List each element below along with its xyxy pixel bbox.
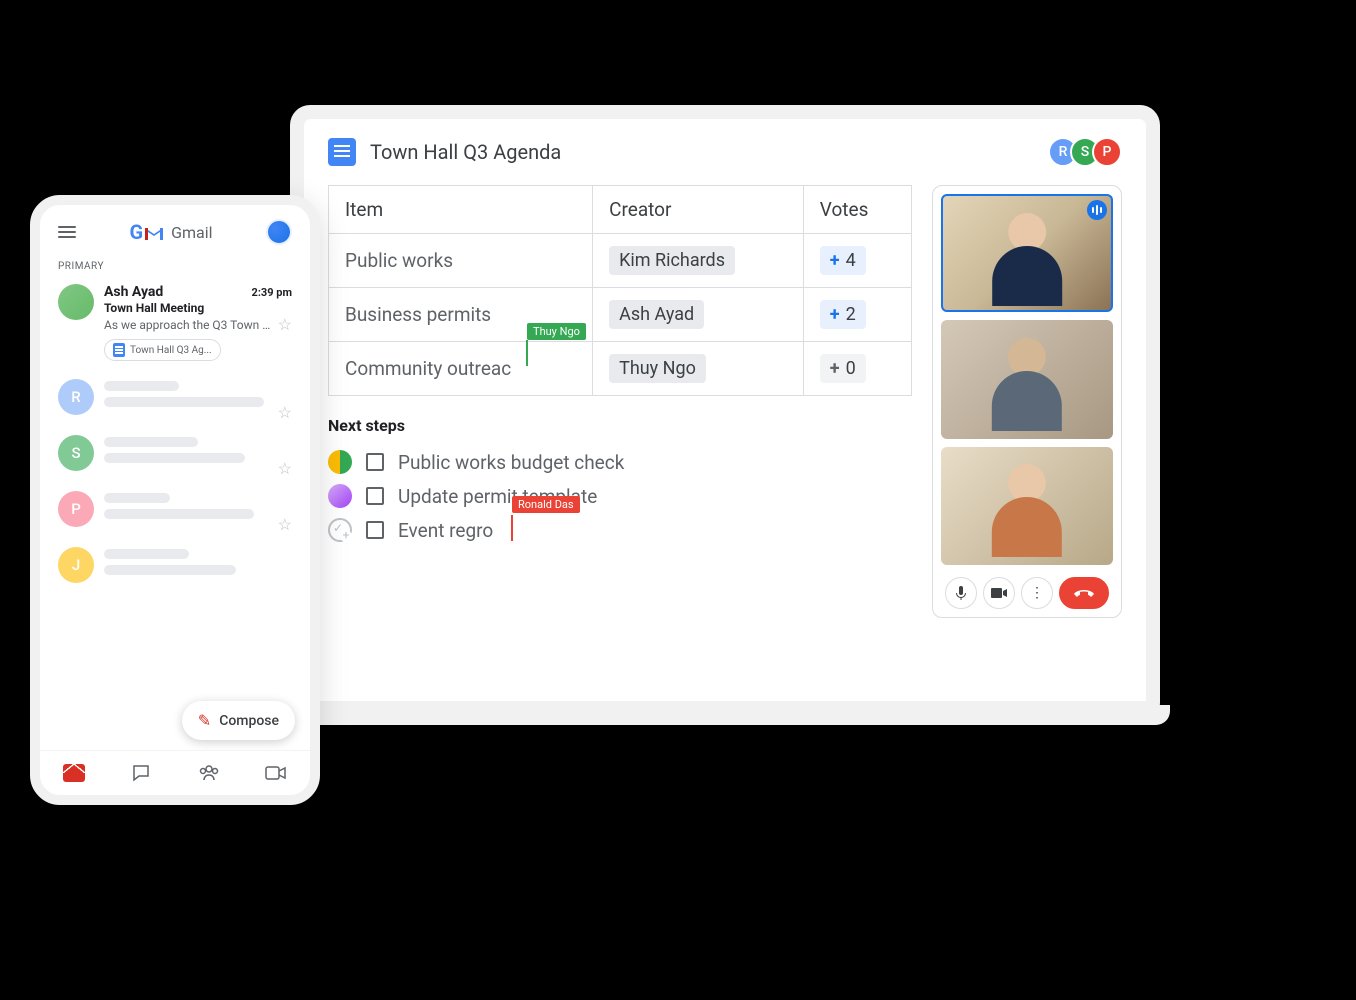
- star-icon[interactable]: ☆: [278, 403, 292, 422]
- more-options-button[interactable]: ⋮: [1021, 577, 1053, 609]
- bottom-nav: [40, 750, 310, 795]
- nav-meet-icon[interactable]: [265, 762, 287, 784]
- attachment-chip[interactable]: Town Hall Q3 Ag...: [104, 339, 221, 361]
- hangup-button[interactable]: [1059, 577, 1109, 609]
- laptop-frame: Town Hall Q3 Agenda R S P Item Creator V…: [290, 105, 1160, 715]
- camera-button[interactable]: [983, 577, 1015, 609]
- collaborators-list: R S P: [1056, 137, 1122, 167]
- google-meet-panel: ⋮: [932, 185, 1122, 618]
- star-icon[interactable]: ☆: [278, 315, 292, 334]
- email-placeholder: R ☆: [40, 369, 310, 425]
- assign-icon[interactable]: [328, 518, 352, 542]
- email-item[interactable]: Ash Ayad 2:39 pm Town Hall Meeting As we…: [40, 276, 310, 369]
- collaborator-cursor-green: [526, 340, 528, 366]
- step-row: Public works budget check: [328, 445, 912, 479]
- avatar-s: S: [58, 435, 94, 471]
- agenda-table[interactable]: Item Creator Votes Public works Kim Rich…: [328, 185, 912, 396]
- assignee-avatar[interactable]: [328, 484, 352, 508]
- mic-button[interactable]: [945, 577, 977, 609]
- doc-header: Town Hall Q3 Agenda R S P: [304, 119, 1146, 185]
- collaborator-avatar-p[interactable]: P: [1092, 137, 1122, 167]
- cursor-label-red: Ronald Das: [512, 496, 580, 513]
- table-row: Public works Kim Richards +4: [329, 234, 912, 288]
- email-preview: As we approach the Q3 Town Ha...: [104, 318, 274, 332]
- nav-chat-icon[interactable]: [130, 762, 152, 784]
- th-creator[interactable]: Creator: [593, 186, 804, 234]
- vote-button[interactable]: +2: [820, 300, 866, 329]
- phone-frame: G Gmail PRIMARY Ash Ayad 2:39 pm Town Ha…: [30, 195, 320, 805]
- hamburger-menu-icon[interactable]: [58, 226, 76, 238]
- assignee-avatar[interactable]: [328, 450, 352, 474]
- step-checkbox[interactable]: [366, 521, 384, 539]
- next-steps-heading: Next steps: [328, 416, 912, 435]
- email-subject: Town Hall Meeting: [104, 301, 292, 315]
- nav-spaces-icon[interactable]: [198, 762, 220, 784]
- table-row: Business permits Ash Ayad +2: [329, 288, 912, 342]
- meet-controls: ⋮: [941, 573, 1113, 609]
- profile-avatar[interactable]: [266, 219, 292, 245]
- step-row: Update permit template: [328, 479, 912, 513]
- compose-button[interactable]: ✎ Compose: [182, 701, 295, 740]
- pencil-icon: ✎: [198, 711, 211, 730]
- avatar-p: P: [58, 491, 94, 527]
- step-checkbox[interactable]: [366, 453, 384, 471]
- creator-chip[interactable]: Thuy Ngo: [609, 354, 706, 383]
- video-tile-3[interactable]: [941, 447, 1113, 565]
- th-votes[interactable]: Votes: [803, 186, 911, 234]
- step-row: Event regro Ronald Das: [328, 513, 912, 547]
- email-time: 2:39 pm: [252, 286, 292, 299]
- sender-avatar: [58, 284, 94, 320]
- category-label: PRIMARY: [40, 255, 310, 276]
- google-docs-icon: [328, 138, 356, 166]
- star-icon[interactable]: ☆: [278, 515, 292, 534]
- creator-chip[interactable]: Kim Richards: [609, 246, 735, 275]
- email-sender: Ash Ayad: [104, 284, 163, 300]
- avatar-j: J: [58, 547, 94, 583]
- gmail-logo[interactable]: G Gmail: [129, 220, 212, 244]
- video-tile-2[interactable]: [941, 320, 1113, 438]
- nav-mail-icon[interactable]: [63, 762, 85, 784]
- collaborator-cursor-red: [511, 515, 513, 541]
- speaking-indicator-icon: [1087, 200, 1107, 220]
- google-docs-window: Town Hall Q3 Agenda R S P Item Creator V…: [304, 119, 1146, 701]
- creator-chip[interactable]: Ash Ayad: [609, 300, 704, 329]
- star-icon[interactable]: ☆: [278, 459, 292, 478]
- laptop-base: [280, 705, 1170, 725]
- email-placeholder: J: [40, 537, 310, 593]
- avatar-r: R: [58, 379, 94, 415]
- docs-icon: [113, 343, 125, 357]
- table-row: Community outreac Thuy Ngo +0: [329, 342, 912, 396]
- step-checkbox[interactable]: [366, 487, 384, 505]
- video-tile-1[interactable]: [941, 194, 1113, 312]
- vote-button[interactable]: +0: [820, 354, 866, 383]
- gmail-m-icon: G: [129, 220, 165, 244]
- email-placeholder: S ☆: [40, 425, 310, 481]
- cursor-label-green: Thuy Ngo: [527, 323, 586, 340]
- vote-button[interactable]: +4: [820, 246, 866, 275]
- gmail-header: G Gmail: [40, 205, 310, 255]
- email-placeholder: P ☆: [40, 481, 310, 537]
- th-item[interactable]: Item: [329, 186, 593, 234]
- doc-title[interactable]: Town Hall Q3 Agenda: [370, 140, 561, 164]
